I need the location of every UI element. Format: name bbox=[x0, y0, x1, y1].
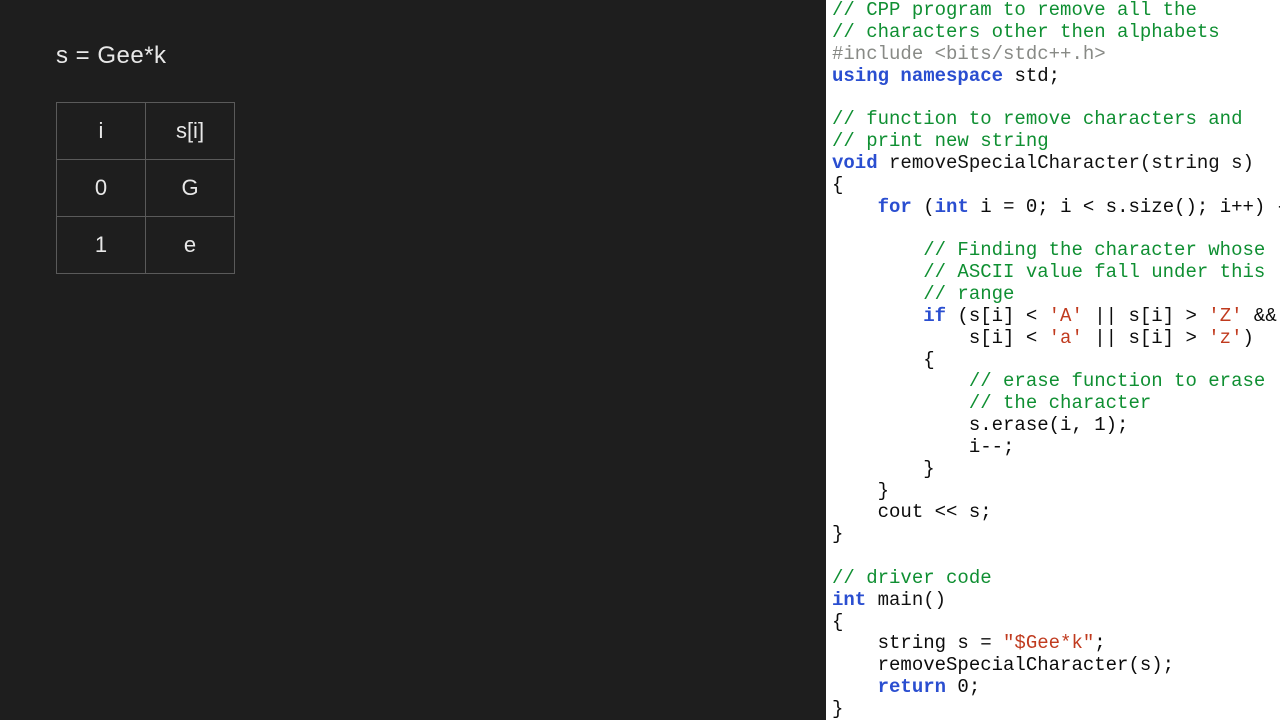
code-text: std; bbox=[1003, 65, 1060, 87]
variable-display: s = Gee*k bbox=[56, 42, 826, 70]
code-char: 'Z' bbox=[1208, 305, 1242, 327]
code-char: 'a' bbox=[1049, 327, 1083, 349]
code-text: } bbox=[832, 698, 843, 720]
code-text: removeSpecialCharacter(string s) bbox=[878, 152, 1254, 174]
code-text bbox=[832, 196, 878, 218]
code-comment: // erase function to erase bbox=[832, 370, 1265, 392]
code-comment: // the character bbox=[832, 392, 1151, 414]
source-code: // CPP program to remove all the // char… bbox=[832, 0, 1280, 720]
code-keyword: return bbox=[878, 676, 946, 698]
code-text: && bbox=[1243, 305, 1277, 327]
code-text: || s[i] > bbox=[1083, 327, 1208, 349]
code-text: { bbox=[832, 349, 935, 371]
cell-si: e bbox=[146, 217, 235, 274]
code-text: ; bbox=[1094, 632, 1105, 654]
code-char: 'A' bbox=[1049, 305, 1083, 327]
code-comment: // Finding the character whose bbox=[832, 239, 1265, 261]
code-comment: // driver code bbox=[832, 567, 992, 589]
code-comment: // print new string bbox=[832, 130, 1049, 152]
code-text: } bbox=[832, 523, 843, 545]
code-comment: // ASCII value fall under this bbox=[832, 261, 1265, 283]
code-text: i--; bbox=[832, 436, 1014, 458]
code-text: s.erase(i, 1); bbox=[832, 414, 1128, 436]
code-pane: // CPP program to remove all the // char… bbox=[826, 0, 1280, 720]
code-type: int bbox=[935, 196, 969, 218]
code-keyword: namespace bbox=[900, 65, 1003, 87]
code-text: 0; bbox=[946, 676, 980, 698]
table-row: 0 G bbox=[57, 160, 235, 217]
code-comment: // CPP program to remove all the bbox=[832, 0, 1197, 21]
table-row: 1 e bbox=[57, 217, 235, 274]
code-text: { bbox=[832, 174, 843, 196]
code-text: main() bbox=[866, 589, 946, 611]
code-keyword: if bbox=[923, 305, 946, 327]
code-text: { bbox=[832, 611, 843, 633]
code-text: removeSpecialCharacter(s); bbox=[832, 654, 1174, 676]
cell-i: 1 bbox=[57, 217, 146, 274]
code-comment: // function to remove characters and bbox=[832, 108, 1242, 130]
visualization-pane: s = Gee*k i s[i] 0 G 1 e bbox=[0, 0, 826, 720]
code-text bbox=[832, 305, 923, 327]
code-text: || s[i] > bbox=[1083, 305, 1208, 327]
cell-si: G bbox=[146, 160, 235, 217]
code-text: (s[i] < bbox=[946, 305, 1049, 327]
code-text: cout << s; bbox=[832, 501, 992, 523]
header-si: s[i] bbox=[146, 103, 235, 160]
code-text: string s = bbox=[832, 632, 1003, 654]
code-text: } bbox=[832, 458, 935, 480]
code-text: s[i] < bbox=[832, 327, 1049, 349]
cell-i: 0 bbox=[57, 160, 146, 217]
code-preprocessor: #include <bits/stdc++.h> bbox=[832, 43, 1106, 65]
code-string: "$Gee*k" bbox=[1003, 632, 1094, 654]
code-text bbox=[832, 676, 878, 698]
code-text: i = 0; i < s.size(); i++) { bbox=[969, 196, 1280, 218]
header-i: i bbox=[57, 103, 146, 160]
code-type: void bbox=[832, 152, 878, 174]
code-keyword: using bbox=[832, 65, 889, 87]
code-comment: // range bbox=[832, 283, 1014, 305]
code-char: 'z' bbox=[1208, 327, 1242, 349]
code-comment: // characters other then alphabets bbox=[832, 21, 1220, 43]
code-keyword: for bbox=[878, 196, 912, 218]
code-type: int bbox=[832, 589, 866, 611]
code-text: ) bbox=[1243, 327, 1254, 349]
trace-table: i s[i] 0 G 1 e bbox=[56, 102, 235, 274]
table-header-row: i s[i] bbox=[57, 103, 235, 160]
code-text: } bbox=[832, 480, 889, 502]
code-text: ( bbox=[912, 196, 935, 218]
